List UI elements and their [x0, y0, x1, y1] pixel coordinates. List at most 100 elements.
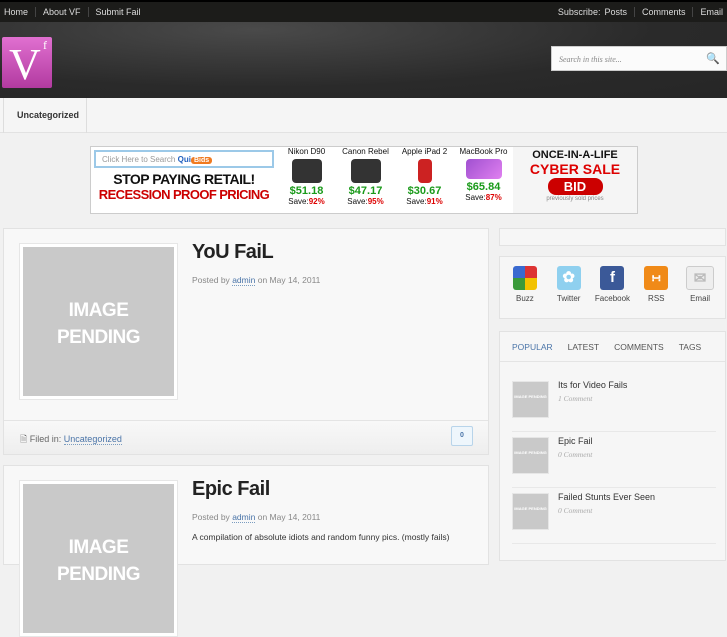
site-header: V f Search in this site... 🔍 — [0, 22, 727, 98]
subscribe-comments-link[interactable]: Comments — [633, 7, 693, 17]
popular-title[interactable]: Failed Stunts Ever Seen — [558, 492, 655, 502]
search-input[interactable]: Search in this site... 🔍 — [551, 46, 727, 71]
twitter-icon: ✿ — [556, 266, 581, 290]
save-pct: 87% — [485, 193, 502, 202]
post-title[interactable]: YoU FaiL — [192, 241, 274, 264]
search-icon[interactable]: 🔍 — [706, 52, 720, 65]
product-name: MacBook Pro — [459, 147, 508, 156]
macbook-image — [465, 159, 502, 179]
product-price: $30.67 — [407, 185, 442, 197]
social-widget: Buzz ✿ Twitter f Facebook ∺ RSS ✉ Email — [499, 256, 726, 319]
save-label: Save: — [406, 197, 427, 206]
thumb-text: PENDING — [56, 564, 141, 585]
product-name: Canon Rebel — [342, 147, 389, 156]
tabbed-widget: POPULAR LATEST COMMENTS TAGS IMAGE PENDI… — [499, 331, 726, 561]
filed-in-label: Filed in: — [29, 434, 62, 444]
popular-item[interactable]: IMAGE PENDING Failed Stunts Ever Seen 0 Co… — [512, 488, 716, 544]
tab-popular[interactable]: POPULAR — [512, 342, 553, 361]
post-footer: 🗎 Filed in: Uncategorized 0 — [4, 420, 488, 454]
author-link[interactable]: admin — [232, 512, 256, 523]
ad-offer-1: ONCE-IN-A-LIFE — [532, 149, 618, 161]
top-bar: Home About VF Submit Fail Subscribe: Pos… — [0, 0, 727, 22]
nav-about-link[interactable]: About VF — [35, 7, 88, 17]
post-meta: Posted by admin on May 14, 2011 — [192, 512, 321, 523]
bid-button[interactable]: BID — [547, 178, 603, 195]
sidebar-empty-widget — [499, 228, 726, 246]
save-pct: 92% — [308, 197, 325, 206]
post-date: on May 14, 2011 — [257, 275, 321, 285]
post-date: on May 14, 2011 — [257, 512, 321, 522]
popular-title[interactable]: Its for Video Fails — [558, 380, 627, 390]
ad-line-1: STOP PAYING RETAIL! — [113, 171, 255, 187]
thumb-text: IMAGE — [68, 300, 129, 321]
popular-item[interactable]: IMAGE PENDING Epic Fail 0 Comment — [512, 432, 716, 488]
save-pct: 91% — [426, 197, 443, 206]
save-pct: 95% — [367, 197, 384, 206]
ad-brand-2: Bids — [190, 157, 213, 164]
popular-item[interactable]: IMAGE PENDING Its for Video Fails 1 Commen… — [512, 376, 716, 432]
post-card: IMAGE PENDING YoU FaiL Posted by admin on… — [3, 228, 489, 455]
product-name: Apple iPad 2 — [401, 147, 448, 156]
product-price: $51.18 — [289, 185, 324, 197]
ad-banner[interactable]: Click Here to Search Qui Bids STOP PAYING… — [90, 146, 638, 214]
ad-product[interactable]: MacBook Pro $65.84 Save:87% — [454, 147, 513, 213]
email-icon: ✉ — [686, 266, 715, 290]
ad-search-box[interactable]: Click Here to Search Qui Bids — [94, 150, 274, 168]
logo-letter: V — [9, 40, 41, 89]
folder-icon: 🗎 — [20, 434, 28, 444]
post-thumbnail[interactable]: IMAGE PENDING — [19, 243, 178, 400]
ad-note: previously sold prices — [546, 196, 604, 202]
ad-line-2: RECESSION PROOF PRICING — [98, 187, 270, 202]
logo-sup: f — [43, 38, 47, 52]
social-buzz[interactable]: Buzz — [504, 266, 546, 303]
ad-product[interactable]: Apple iPad 2 $30.67 Save:91% — [395, 147, 454, 213]
comment-count-bubble[interactable]: 0 — [451, 426, 473, 446]
save-label: Save: — [465, 193, 486, 202]
ad-offer-2: CYBER SALE — [529, 161, 621, 177]
social-label: Email — [690, 294, 711, 303]
popular-comments: 0 Comment — [558, 450, 593, 459]
post-excerpt: A compilation of absolute idiots and ran… — [192, 532, 450, 542]
category-link[interactable]: Uncategorized — [63, 434, 122, 445]
site-logo[interactable]: V f — [2, 37, 52, 89]
ad-brand: Qui — [177, 155, 191, 164]
post-title[interactable]: Epic Fail — [192, 478, 270, 501]
popular-title[interactable]: Epic Fail — [558, 436, 593, 446]
social-label: Facebook — [594, 294, 631, 303]
save-label: Save: — [288, 197, 309, 206]
posted-by-label: Posted by — [192, 512, 230, 522]
nav-home-link[interactable]: Home — [4, 7, 35, 17]
social-email[interactable]: ✉ Email — [679, 266, 721, 303]
author-link[interactable]: admin — [232, 275, 256, 286]
thumb-text: PENDING — [56, 327, 141, 348]
popular-thumb: IMAGE PENDING — [512, 437, 549, 474]
subscribe-email-link[interactable]: Email — [692, 7, 723, 17]
social-label: Twitter — [556, 294, 581, 303]
posted-by-label: Posted by — [192, 275, 230, 285]
tab-comments[interactable]: COMMENTS — [614, 342, 664, 361]
nav-submit-fail-link[interactable]: Submit Fail — [87, 7, 148, 17]
social-facebook[interactable]: f Facebook — [591, 266, 633, 303]
social-rss[interactable]: ∺ RSS — [635, 266, 677, 303]
popular-comments: 1 Comment — [558, 394, 593, 403]
thumb-text: IMAGE — [68, 537, 129, 558]
buzz-icon — [512, 266, 537, 290]
save-label: Save: — [347, 197, 368, 206]
tab-tags[interactable]: TAGS — [679, 342, 702, 361]
nav-item-uncategorized[interactable]: Uncategorized — [3, 98, 87, 133]
ad-product[interactable]: Canon Rebel $47.17 Save:95% — [336, 147, 395, 213]
post-meta: Posted by admin on May 14, 2011 — [192, 275, 321, 286]
subscribe-posts-link[interactable]: Posts — [604, 7, 634, 17]
tab-latest[interactable]: LATEST — [568, 342, 600, 361]
facebook-icon: f — [600, 266, 625, 290]
social-label: Buzz — [515, 294, 534, 303]
post-card: IMAGE PENDING Epic Fail Posted by admin o… — [3, 465, 489, 637]
ad-search-text: Click Here to Search — [102, 155, 176, 164]
popular-thumb: IMAGE PENDING — [512, 381, 549, 418]
category-nav: Uncategorized — [0, 98, 727, 133]
ad-product[interactable]: Nikon D90 $51.18 Save:92% — [277, 147, 336, 213]
subscribe-label: Subscribe: — [557, 7, 601, 17]
social-twitter[interactable]: ✿ Twitter — [548, 266, 590, 303]
post-thumbnail[interactable]: IMAGE PENDING — [19, 480, 178, 637]
product-price: $65.84 — [466, 181, 501, 193]
